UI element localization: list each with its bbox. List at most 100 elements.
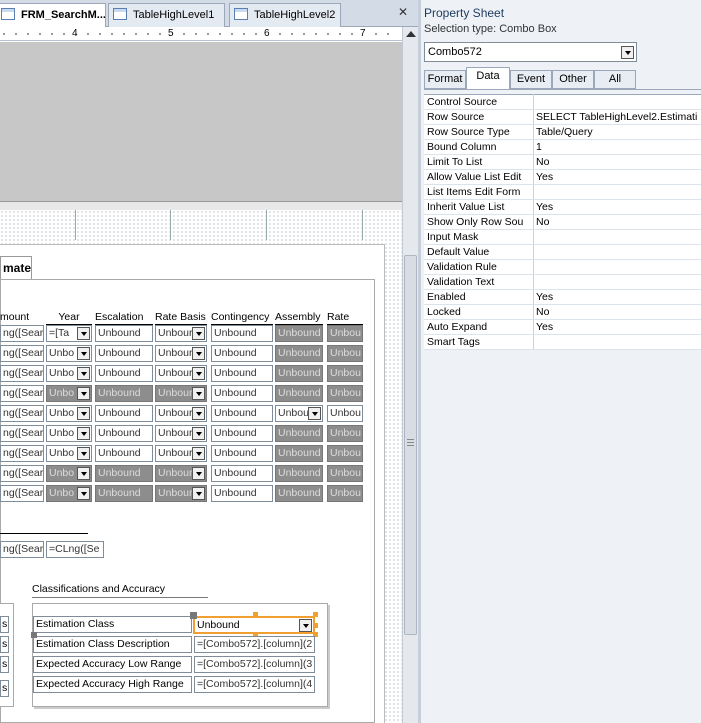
cell-contingency[interactable]: Unbound xyxy=(211,485,273,502)
chevron-down-icon[interactable] xyxy=(308,407,321,420)
chevron-down-icon[interactable] xyxy=(192,347,205,360)
cell-contingency[interactable]: Unbound xyxy=(211,365,273,382)
cell-rate-basis[interactable]: Unbour xyxy=(155,365,207,382)
accuracy-low-field[interactable]: =[Combo572].[column](3 xyxy=(194,656,315,673)
cell-escalation[interactable]: Unbound xyxy=(95,345,153,362)
chevron-down-icon[interactable] xyxy=(77,367,90,380)
total-formula-field[interactable]: =CLng([Se xyxy=(46,541,104,558)
property-value[interactable]: 1 xyxy=(536,140,701,154)
cell-amount[interactable]: ng([Sear xyxy=(0,345,44,362)
cell-contingency[interactable]: Unbound xyxy=(211,465,273,482)
chevron-down-icon[interactable] xyxy=(192,387,205,400)
cell-assembly[interactable]: Unbound xyxy=(275,325,323,342)
cell-rate-basis[interactable]: Unbour xyxy=(155,385,207,402)
cell-rate[interactable]: Unbou xyxy=(327,465,363,482)
cell-escalation[interactable]: Unbound xyxy=(95,445,153,462)
chevron-down-icon[interactable] xyxy=(77,387,90,400)
property-row[interactable]: Validation Rule xyxy=(424,260,701,275)
cell-rate[interactable]: Unbou xyxy=(327,345,363,362)
resize-handle[interactable] xyxy=(253,612,258,617)
property-row[interactable]: Bound Column 1 xyxy=(424,140,701,155)
property-row[interactable]: Input Mask xyxy=(424,230,701,245)
cell-escalation[interactable]: Unbound xyxy=(95,465,153,482)
cell-assembly[interactable]: Unbound xyxy=(275,465,323,482)
cell-assembly[interactable]: Unbou xyxy=(275,405,323,422)
cell-amount[interactable]: ng([Sear xyxy=(0,385,44,402)
total-amount-field[interactable]: ng([Sear xyxy=(0,541,44,558)
chevron-down-icon[interactable] xyxy=(192,467,205,480)
tab-format[interactable]: Format xyxy=(424,70,466,89)
cell-year[interactable]: Unbo xyxy=(46,345,92,362)
cell-assembly[interactable]: Unbound xyxy=(275,385,323,402)
cell-year[interactable]: Unbo xyxy=(46,445,92,462)
cell-year[interactable]: Unbo xyxy=(46,465,92,482)
chevron-down-icon[interactable] xyxy=(192,367,205,380)
cell-rate-basis[interactable]: Unbour xyxy=(155,445,207,462)
property-row[interactable]: Inherit Value List Yes xyxy=(424,200,701,215)
cell-amount[interactable]: ng([Sear xyxy=(0,445,44,462)
tab-data[interactable]: Data xyxy=(466,67,510,89)
tab-tablehighlevel2[interactable]: TableHighLevel2 xyxy=(229,3,341,27)
property-row[interactable]: Allow Value List Edit Yes xyxy=(424,170,701,185)
cell-year[interactable]: Unbo xyxy=(46,405,92,422)
cell-rate-basis[interactable]: Unbour xyxy=(155,345,207,362)
chevron-down-icon[interactable] xyxy=(192,327,205,340)
cell-rate[interactable]: Unbou xyxy=(327,365,363,382)
chevron-down-icon[interactable] xyxy=(192,427,205,440)
tab-page-estimate[interactable]: mate xyxy=(0,256,32,280)
chevron-down-icon[interactable] xyxy=(621,46,634,59)
cell-rate[interactable]: Unbou xyxy=(327,325,363,342)
property-row[interactable]: Limit To List No xyxy=(424,155,701,170)
move-handle[interactable] xyxy=(190,612,197,619)
cell-rate[interactable]: Unbou xyxy=(327,385,363,402)
tab-event[interactable]: Event xyxy=(510,70,552,89)
cell-rate-basis[interactable]: Unbour xyxy=(155,405,207,422)
vertical-scrollbar[interactable] xyxy=(402,27,418,723)
cell-contingency[interactable]: Unbound xyxy=(211,325,273,342)
chevron-down-icon[interactable] xyxy=(77,407,90,420)
tab-tablehighlevel1[interactable]: TableHighLevel1 xyxy=(108,3,225,27)
cell-assembly[interactable]: Unbound xyxy=(275,365,323,382)
property-row[interactable]: Show Only Row Sou No xyxy=(424,215,701,230)
accuracy-high-field[interactable]: =[Combo572].[column](4 xyxy=(194,676,315,693)
cell-rate-basis[interactable]: Unbour xyxy=(155,325,207,342)
chevron-down-icon[interactable] xyxy=(77,347,90,360)
property-row[interactable]: Control Source xyxy=(424,95,701,110)
chevron-down-icon[interactable] xyxy=(77,447,90,460)
property-value[interactable]: Yes xyxy=(536,320,701,334)
cell-escalation[interactable]: Unbound xyxy=(95,425,153,442)
tab-all[interactable]: All xyxy=(594,70,636,89)
property-row[interactable]: Enabled Yes xyxy=(424,290,701,305)
resize-handle[interactable] xyxy=(313,612,318,617)
cell-contingency[interactable]: Unbound xyxy=(211,445,273,462)
scroll-up-icon[interactable] xyxy=(406,31,416,37)
chevron-down-icon[interactable] xyxy=(192,487,205,500)
property-row[interactable]: Row Source SELECT TableHighLevel2.Estimat… xyxy=(424,110,701,125)
property-value[interactable]: Yes xyxy=(536,290,701,304)
pane-splitter[interactable] xyxy=(418,0,421,723)
cell-rate-basis[interactable]: Unbour xyxy=(155,465,207,482)
cell-amount[interactable]: ng([Sear xyxy=(0,365,44,382)
property-row[interactable]: Default Value xyxy=(424,245,701,260)
cell-escalation[interactable]: Unbound xyxy=(95,405,153,422)
cell-year[interactable]: =[Ta xyxy=(46,325,92,342)
chevron-down-icon[interactable] xyxy=(77,467,90,480)
cell-rate-basis[interactable]: Unbour xyxy=(155,425,207,442)
close-tab-icon[interactable]: ✕ xyxy=(398,5,408,19)
property-row[interactable]: Locked No xyxy=(424,305,701,320)
cell-rate[interactable]: Unbou xyxy=(327,445,363,462)
cell-rate-basis[interactable]: Unbour xyxy=(155,485,207,502)
chevron-down-icon[interactable] xyxy=(192,407,205,420)
label-move-handle[interactable] xyxy=(31,632,37,638)
cell-contingency[interactable]: Unbound xyxy=(211,405,273,422)
chevron-down-icon[interactable] xyxy=(77,327,90,340)
cell-amount[interactable]: ng([Sear xyxy=(0,485,44,502)
property-value[interactable]: No xyxy=(536,215,701,229)
resize-handle[interactable] xyxy=(313,623,318,628)
chevron-down-icon[interactable] xyxy=(77,427,90,440)
chevron-down-icon[interactable] xyxy=(192,447,205,460)
cell-year[interactable]: Unbo xyxy=(46,365,92,382)
cell-escalation[interactable]: Unbound xyxy=(95,485,153,502)
property-row[interactable]: List Items Edit Form xyxy=(424,185,701,200)
property-value[interactable]: Table/Query xyxy=(536,125,701,139)
